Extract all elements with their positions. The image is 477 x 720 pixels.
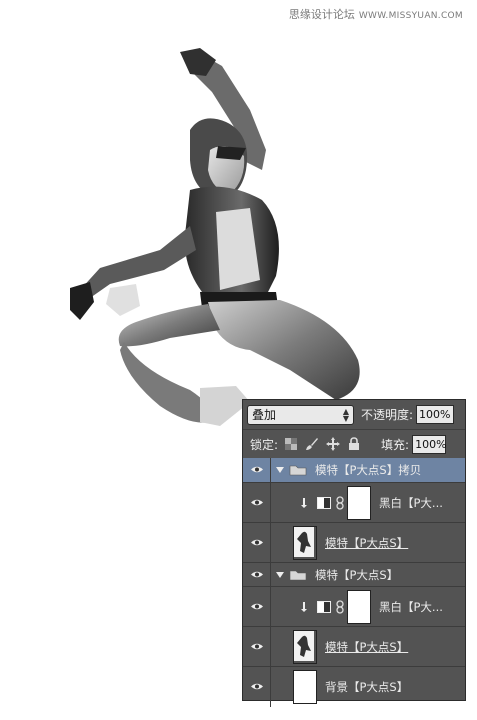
layer-model-image[interactable]: 模特【P大点S】 [243,523,465,563]
lock-move-icon[interactable] [326,437,341,451]
lock-transparent-icon[interactable] [284,437,298,451]
chain-link-icon [336,495,344,510]
layer-name: 模特【P大点S】 [325,535,409,550]
opacity-label: 不透明度: [361,408,414,422]
expand-triangle-icon[interactable] [276,571,286,578]
fill-value: 100% [415,437,447,451]
lock-all-icon[interactable] [347,437,361,451]
visibility-toggle[interactable] [243,458,271,482]
opacity-value: 100% [419,408,451,421]
lock-paint-brush-icon[interactable] [305,437,319,451]
layers-list: 模特【P大点S】拷贝 黑白【P大... 模特【P大点S】 模特【P大点S】 黑白… [243,458,465,707]
black-white-adjustment-icon [317,496,331,509]
watermark: 思缘设计论坛 WWW.MISSYUAN.COM [289,6,463,22]
blend-mode-value: 叠加 [252,408,277,422]
layer-name: 背景【P大点S】 [325,680,409,694]
dancer-photo [70,48,360,426]
layers-panel: 叠加 ▲ ▼ 不透明度: 100% 锁定: 填充: 100% 模特【P大点S】拷… [242,399,466,707]
visibility-toggle[interactable] [243,587,271,626]
fill-group: 填充: 100% [381,434,447,454]
opacity-field[interactable]: 100% [416,405,455,424]
layer-thumbnail[interactable] [293,629,317,664]
eye-icon [250,600,264,614]
lock-label: 锁定: [250,437,279,452]
layer-name: 黑白【P大... [379,495,443,510]
folder-icon [289,464,307,476]
layer-thumbnail[interactable] [293,525,317,560]
layer-background[interactable]: 背景【P大点S】 [243,667,465,707]
visibility-toggle[interactable] [243,523,271,562]
folder-icon [289,569,307,581]
clipping-arrow-icon [301,601,311,612]
eye-icon [250,496,264,510]
fill-field[interactable]: 100% [412,434,447,454]
layer-name: 模特【P大点S】 [325,639,409,654]
layer-bw-adjustment[interactable]: 黑白【P大... [243,483,465,523]
layer-name: 模特【P大点S】 [315,567,399,582]
watermark-text: 思缘设计论坛 [288,8,355,21]
lock-icons [284,437,361,451]
layer-mask-thumbnail[interactable] [347,589,371,624]
panel-top-row: 叠加 ▲ ▼ 不透明度: 100% [243,400,465,430]
layer-bw-adjustment[interactable]: 黑白【P大... [243,587,465,627]
eye-icon [250,568,264,582]
eye-icon [250,680,264,694]
black-white-adjustment-icon [317,600,331,613]
layer-group-copy[interactable]: 模特【P大点S】拷贝 [243,458,465,483]
visibility-toggle[interactable] [243,483,271,522]
expand-triangle-icon[interactable] [276,467,286,473]
layer-name: 黑白【P大... [379,599,443,614]
eye-icon [250,640,264,654]
layer-thumbnail[interactable] [293,670,317,704]
layer-group[interactable]: 模特【P大点S】 [243,563,465,587]
layer-name: 模特【P大点S】拷贝 [315,463,422,477]
layer-mask-thumbnail[interactable] [347,485,371,520]
eye-icon [250,536,264,550]
up-down-arrow-icon: ▲ ▼ [342,406,349,423]
fill-label: 填充: [381,437,410,452]
layer-model-image[interactable]: 模特【P大点S】 [243,627,465,667]
watermark-site: WWW.MISSYUAN.COM [358,11,463,21]
visibility-toggle[interactable] [243,667,271,707]
visibility-toggle[interactable] [243,563,271,586]
clipping-arrow-icon [301,497,311,508]
eye-icon [250,463,264,477]
chain-link-icon [336,599,344,614]
panel-lock-row: 锁定: 填充: 100% [243,430,465,459]
blend-mode-select[interactable]: 叠加 ▲ ▼ [247,404,354,425]
visibility-toggle[interactable] [243,627,271,666]
